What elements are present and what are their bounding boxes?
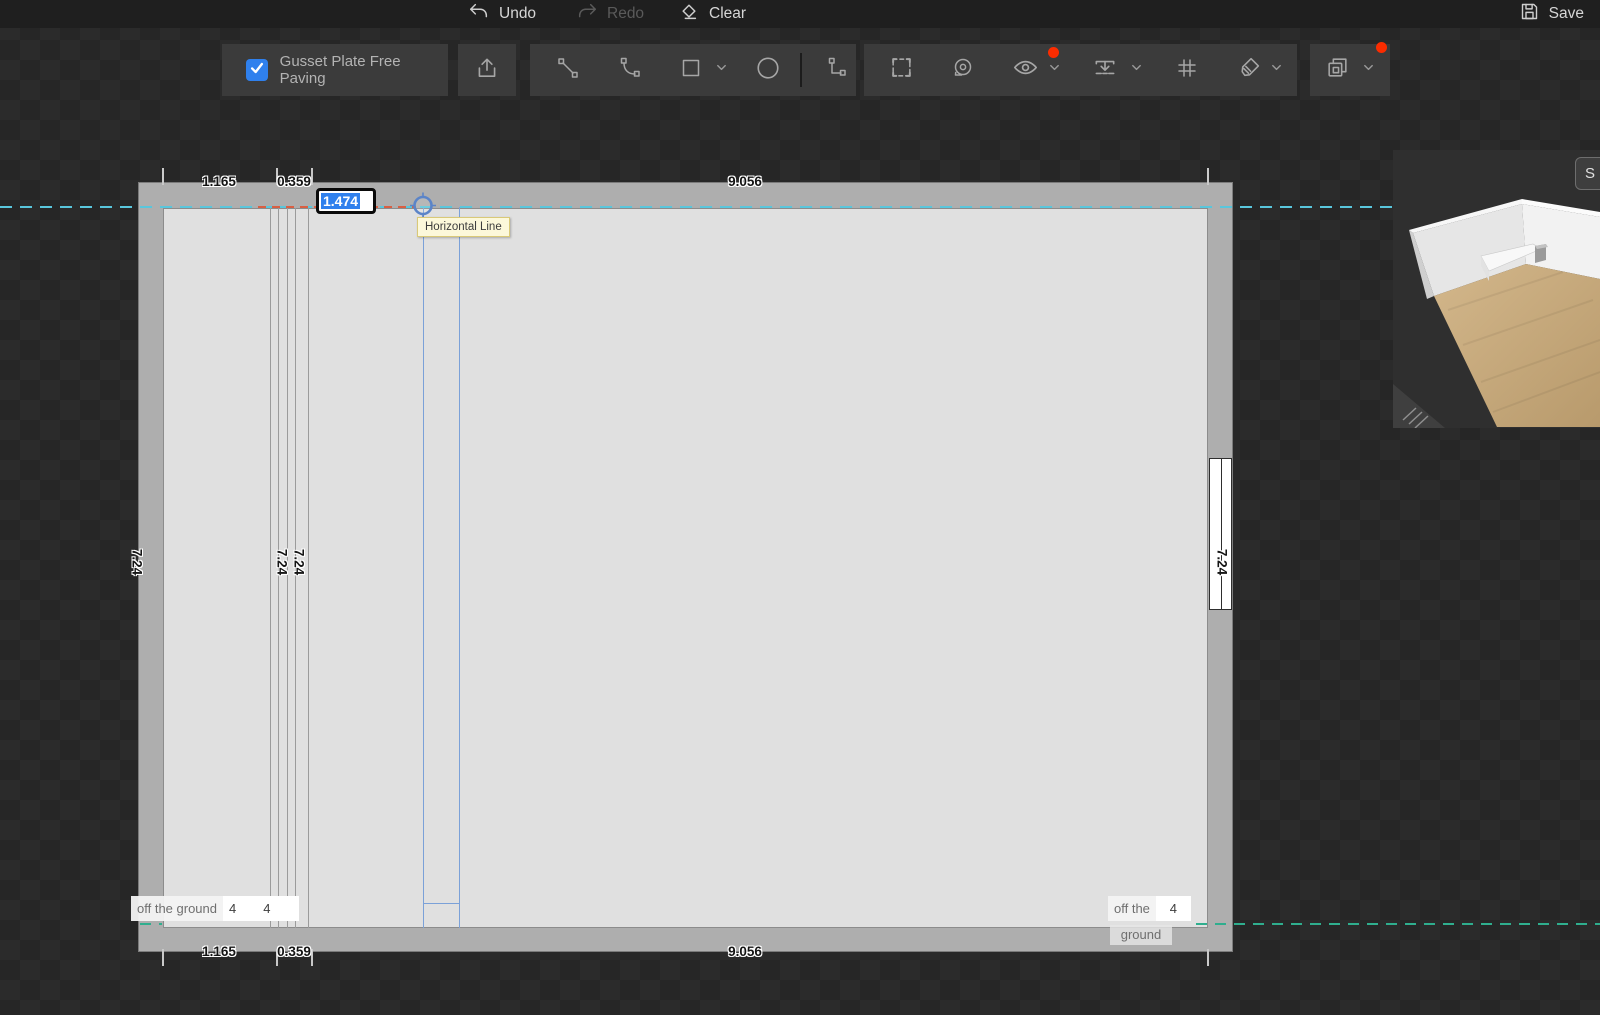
off-ground-right-values: 4 (1156, 896, 1191, 921)
redo-button[interactable]: Redo (576, 0, 644, 28)
check-icon (249, 60, 265, 81)
eraser-icon (678, 1, 700, 28)
horizontal-guideline (0, 206, 1392, 208)
top-bar: Undo Redo Clear Save (0, 0, 1600, 28)
rect-tool-dropdown[interactable] (708, 44, 734, 96)
paint-brush-dropdown[interactable] (1264, 44, 1288, 96)
paint-brush-icon (1237, 55, 1262, 85)
dimension-tick (1207, 949, 1209, 966)
rect-tool-button[interactable] (674, 44, 708, 96)
notification-dot (1048, 47, 1059, 58)
copy-layout-button[interactable] (1318, 44, 1356, 96)
redo-icon (576, 1, 598, 28)
rect-tool-icon (679, 56, 703, 85)
polyline-tool-icon (824, 56, 848, 85)
tooltip: Horizontal Line (417, 217, 510, 237)
dim-top-2: 0.359 (277, 174, 311, 189)
dim-top-3: 9.056 (728, 174, 762, 189)
dimension-tick (311, 949, 313, 966)
line-tool-icon (556, 56, 580, 85)
drop-level-button[interactable] (1086, 44, 1124, 96)
clear-button[interactable]: Clear (678, 0, 746, 28)
line-tool-button[interactable] (548, 44, 588, 96)
paving-checkbox[interactable] (246, 59, 268, 81)
bottom-guideline (1196, 923, 1600, 925)
paving-toggle-group: Gusset Plate Free Paving (222, 44, 448, 96)
dim-partition-b: 7.24 (292, 549, 307, 575)
draft-wall-line-right[interactable] (459, 207, 460, 928)
chevron-down-icon (1362, 61, 1375, 79)
drop-level-icon (1092, 55, 1118, 86)
dim-bottom-2: 0.359 (277, 944, 311, 959)
draft-wall-line-bottom[interactable] (423, 903, 460, 904)
dimension-tick (162, 949, 164, 966)
window-symbol[interactable] (1209, 458, 1232, 610)
save-icon (1519, 1, 1540, 27)
panel-side-button[interactable]: S (1575, 157, 1600, 190)
undo-label: Undo (499, 5, 536, 23)
partition-line[interactable] (270, 208, 271, 928)
dim-bottom-3: 9.056 (728, 944, 762, 959)
drop-level-dropdown[interactable] (1124, 44, 1148, 96)
arc-tool-button[interactable] (610, 44, 650, 96)
length-input-value: 1.474 (321, 193, 360, 209)
dimension-tick (162, 168, 164, 185)
dimension-tick (311, 168, 313, 185)
grid-toggle-button[interactable] (1168, 44, 1206, 96)
tool-divider (796, 44, 806, 96)
undo-icon (468, 1, 490, 28)
chevron-down-icon (1048, 61, 1061, 79)
marquee-select-button[interactable] (882, 44, 920, 96)
preview-3d-panel[interactable] (1393, 150, 1600, 428)
clear-label: Clear (709, 5, 746, 23)
copy-layout-icon (1325, 55, 1350, 85)
marquee-select-icon (889, 55, 914, 85)
length-input[interactable]: 1.474 (316, 188, 376, 214)
off-ground-left: off the ground 4 4 (131, 896, 299, 921)
grid-icon (1175, 56, 1199, 85)
off-ground-right-label-2: ground (1110, 925, 1172, 945)
room-floor[interactable] (163, 208, 1208, 928)
dim-left-wall: 7.24 (130, 549, 145, 575)
upload-button[interactable] (458, 44, 516, 96)
off-ground-left-values: 4 4 (223, 896, 299, 921)
copy-layout-dropdown[interactable] (1356, 44, 1380, 96)
off-ground-value-2[interactable]: 4 (263, 901, 270, 916)
off-ground-right-label: off the (1108, 896, 1156, 921)
chevron-down-icon (1270, 61, 1283, 79)
circle-tool-icon (755, 55, 781, 86)
tape-measure-icon (951, 56, 975, 85)
save-label: Save (1549, 5, 1584, 23)
chevron-down-icon (715, 61, 728, 79)
notification-dot (1376, 42, 1387, 53)
dim-right-wall: 7.24 (1215, 549, 1230, 575)
redo-label: Redo (607, 5, 644, 23)
off-ground-value-1[interactable]: 4 (229, 901, 236, 916)
off-ground-right: off the 4 (1108, 896, 1191, 921)
save-button[interactable]: Save (1519, 0, 1584, 28)
dim-bottom-1: 1.165 (202, 944, 236, 959)
dim-top-1: 1.165 (202, 174, 236, 189)
partition-line[interactable] (308, 208, 309, 928)
undo-button[interactable]: Undo (468, 0, 536, 28)
eye-icon (1012, 54, 1039, 86)
upload-icon (474, 55, 500, 86)
paint-brush-button[interactable] (1230, 44, 1268, 96)
visibility-button[interactable] (1006, 44, 1044, 96)
chevron-down-icon (1130, 61, 1143, 79)
bottom-guideline (140, 923, 162, 925)
room-3d-render (1393, 150, 1600, 428)
off-ground-left-label: off the ground (131, 896, 223, 921)
tape-measure-button[interactable] (944, 44, 982, 96)
circle-tool-button[interactable] (748, 44, 788, 96)
paving-checkbox-label: Gusset Plate Free Paving (280, 53, 448, 87)
draft-wall-line-left[interactable] (423, 207, 424, 928)
polyline-tool-button[interactable] (816, 44, 856, 96)
dimension-tick (1207, 168, 1209, 185)
arc-tool-icon (618, 56, 642, 85)
panel-resize-handle[interactable] (1393, 384, 1445, 428)
off-ground-right-value[interactable]: 4 (1170, 901, 1177, 916)
dim-partition-a: 7.24 (275, 549, 290, 575)
